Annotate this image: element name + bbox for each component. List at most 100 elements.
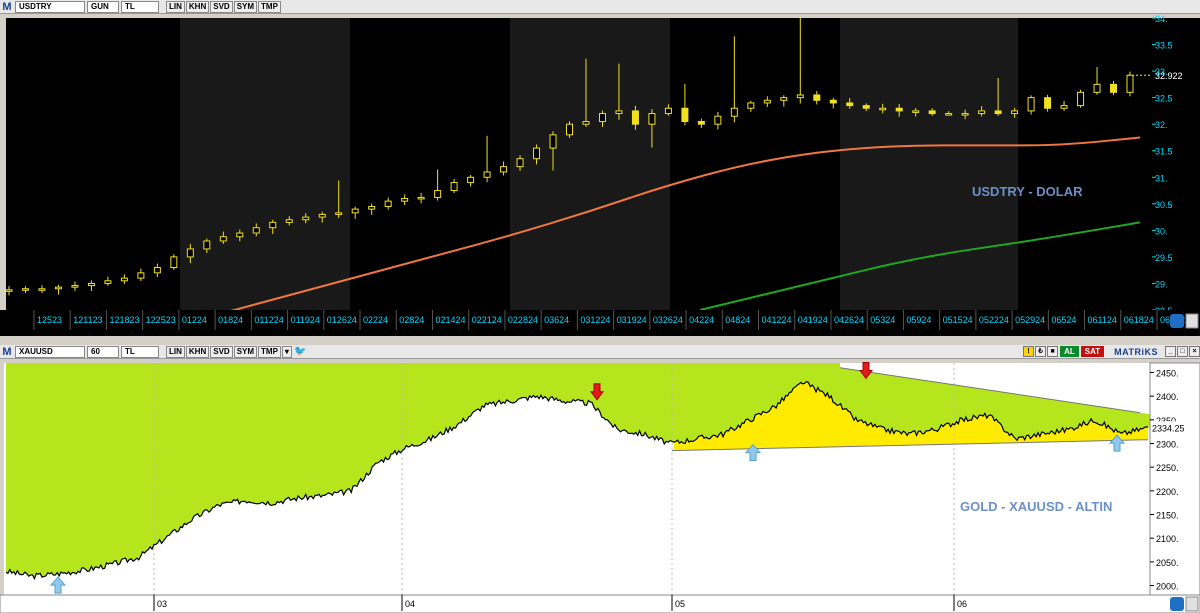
y-tick-label: 29. [1155,279,1168,289]
y-tick-label: 30.5 [1155,200,1173,210]
x-tick-label: 04224 [689,315,714,325]
y-tick-label: 30. [1155,226,1168,236]
candle [1077,89,1085,108]
sat-sell-button[interactable]: SAT [1080,346,1105,357]
candle-body [318,213,326,218]
x-tick-label: 022124 [472,315,502,325]
chart-title-label: GOLD - XAUUSD - ALTIN [960,499,1112,514]
candle-body [994,110,1002,115]
candle-body [681,107,689,123]
lock-icon[interactable]: ! [1023,346,1035,357]
usdtry-candlestick-chart[interactable]: 28.529.29.530.30.531.31.532.32.533.33.53… [0,14,1200,340]
candle-body [467,176,475,184]
y-tick-label: 32.5 [1155,94,1173,104]
x-tick-label: 061824 [1124,315,1154,325]
al-buy-button[interactable]: AL [1060,346,1079,357]
close-button[interactable]: × [1189,346,1200,357]
currency-select[interactable]: TL [121,0,159,13]
candle-body [236,232,244,238]
y-tick-label: 2150. [1156,511,1179,521]
minimize-button[interactable]: _ [1165,346,1176,357]
period-select[interactable]: GUN [87,0,119,13]
candle-body [1093,83,1101,93]
y-tick-label: 2000. [1156,582,1179,592]
candle-body [648,113,656,125]
candle-body [5,289,13,292]
x-tick-label: 012624 [327,315,357,325]
twitter-bird-icon[interactable]: 🐦 [294,346,306,357]
symbol-input[interactable]: USDTRY [15,0,85,13]
chart-title-label: USDTRY - DOLAR [972,184,1083,199]
candle-body [1011,110,1019,115]
candle-body [533,147,541,160]
x-tick-label: 041224 [762,315,792,325]
y-tick-label: 34. [1155,14,1168,24]
currency-select[interactable]: TL [121,345,159,358]
x-tick-label: 03 [157,599,167,609]
scroll-button [1185,313,1199,329]
last-price-label: 32.922 [1155,71,1183,81]
candle-body [252,227,260,234]
tmp-button[interactable]: TMP [258,0,281,13]
y-tick-label: 33.5 [1155,41,1173,51]
candle-body [434,190,442,198]
lin-button[interactable]: LIN [166,345,185,358]
candle-body [417,196,425,200]
matriks-logo-icon[interactable]: M [1,346,13,358]
period-select[interactable]: 60 [87,345,119,358]
xauusd-line-chart[interactable]: 2000.2050.2100.2150.2200.2250.2300.2350.… [0,359,1200,613]
svd-button[interactable]: SVD [210,0,233,13]
candle-body [384,200,392,207]
usdtry-chart-pane: M USDTRY GUN TL LIN KHN SVD SYM TMP 28.5… [0,0,1200,340]
matriks-logo-icon[interactable]: M [1,1,13,13]
candle-body [483,171,491,178]
candle [170,254,178,270]
tmp-button[interactable]: TMP [258,345,281,358]
x-tick-label: 032624 [653,315,683,325]
candle-body [615,110,623,115]
dropdown-arrow-icon[interactable]: ▾ [281,345,292,358]
currency-icon[interactable]: ₺ [1035,346,1047,357]
maximize-button[interactable]: □ [1177,346,1188,357]
symbol-input[interactable]: XAUUSD [15,345,85,358]
khn-button[interactable]: KHN [185,0,210,13]
candle-body [714,115,722,125]
sym-button[interactable]: SYM [233,345,258,358]
x-tick-label: 051524 [943,315,973,325]
x-tick-label: 01824 [218,315,243,325]
last-price-label: 2334.25 [1152,423,1185,433]
candle-body [664,107,672,115]
y-tick-label: 2400. [1156,392,1179,402]
lin-button[interactable]: LIN [166,0,185,13]
y-tick-label: 2250. [1156,463,1179,473]
svd-button[interactable]: SVD [210,345,233,358]
x-tick-label: 06 [957,599,967,609]
candle-body [450,182,458,192]
x-axis-panel [0,594,1200,613]
candle-body [846,102,854,107]
candle-body [54,286,62,290]
khn-button[interactable]: KHN [185,345,210,358]
candle-body [38,288,46,291]
candle-body [269,221,277,229]
y-tick-label: 2100. [1156,534,1179,544]
y-tick-label: 32. [1155,120,1168,130]
sym-button[interactable]: SYM [233,0,258,13]
candle-body [153,267,161,274]
x-tick-label: 011924 [291,315,320,325]
candle-body [401,198,409,202]
candle-body [697,121,705,125]
x-tick-label: 031224 [580,315,610,325]
x-tick-label: 022824 [508,315,538,325]
candle-body [813,94,821,101]
usdtry-toolbar: M USDTRY GUN TL LIN KHN SVD SYM TMP [0,0,1200,14]
candle-body [104,280,112,284]
candle-body [1027,97,1035,112]
x-tick-label: 122523 [146,315,176,325]
candle-body [516,158,524,168]
x-tick-label: 052224 [979,315,1009,325]
candle-body [351,208,359,214]
color-picker-icon[interactable]: ■ [1047,346,1059,357]
candle-body [895,107,903,112]
candle-body [335,212,343,215]
